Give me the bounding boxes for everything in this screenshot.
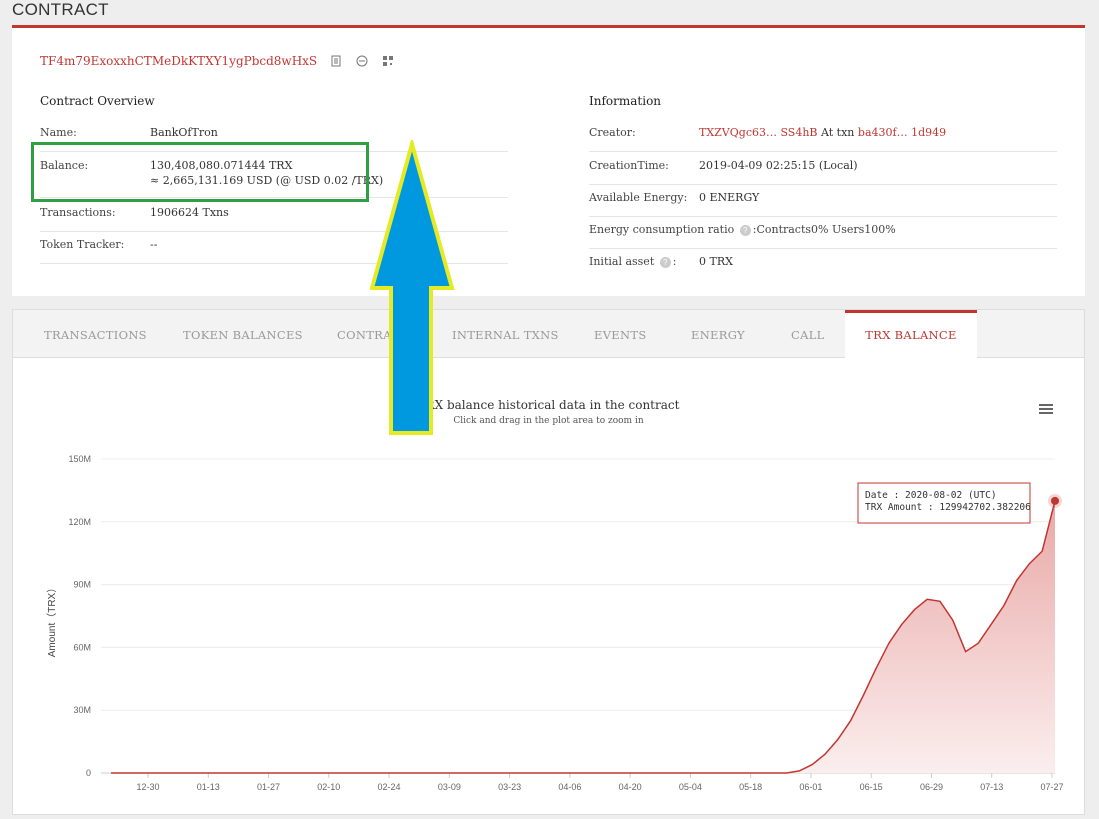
initial-asset-value: 0 TRX — [699, 255, 733, 268]
available-energy-label: Available Energy: — [589, 191, 688, 204]
creation-time-label: CreationTime: — [589, 159, 669, 172]
help-icon[interactable]: ? — [659, 256, 671, 268]
initial-asset-colon: : — [672, 255, 677, 268]
page-title: CONTRACT — [12, 0, 109, 19]
x-tick-label: 06-29 — [920, 782, 943, 792]
qrcode-icon[interactable] — [381, 54, 395, 68]
balance-area — [111, 500, 1055, 773]
y-tick-label: 60M — [73, 642, 91, 652]
contract-address[interactable]: TF4m79ExoxxhCTMeDkKTXY1ygPbcd8wHxS — [40, 54, 317, 68]
help-icon[interactable]: ? — [739, 224, 751, 236]
tag-icon[interactable] — [355, 54, 369, 68]
name-label: Name: — [40, 126, 77, 139]
overview-title: Contract Overview — [40, 94, 155, 108]
y-axis-label: Amount（TRX） — [46, 583, 58, 657]
x-tick-label: 04-20 — [619, 782, 642, 792]
y-tick-label: 120M — [68, 517, 91, 527]
x-tick-label: 02-10 — [317, 782, 340, 792]
creator-at-text: At txn — [821, 126, 855, 139]
tab-trx-balance[interactable]: TRX BALANCE — [845, 310, 977, 358]
tab-internal-txns[interactable]: INTERNAL TXNS — [452, 310, 559, 357]
chart-tooltip: Date : 2020-08-02 (UTC) TRX Amount : 129… — [857, 482, 1031, 524]
row-initial-asset: Initial asset ?: 0 TRX — [589, 255, 1057, 280]
up-arrow-annotation — [370, 140, 455, 435]
balance-chart: 0 30M 60M 90M 120M 150M 12-30 01-13 01-27 02-10 0… — [46, 454, 1064, 792]
chart-menu-icon[interactable] — [1039, 402, 1053, 416]
x-tick-label: 03-23 — [498, 782, 521, 792]
x-tick-label: 07-27 — [1040, 782, 1063, 792]
tab-bar: TRANSACTIONS TOKEN BALANCES CONTRACT INT… — [13, 310, 1084, 358]
token-tracker-value: -- — [150, 238, 158, 251]
creation-time-value: 2019-04-09 02:25:15 (Local) — [699, 159, 858, 172]
row-creation-time: CreationTime: 2019-04-09 02:25:15 (Local… — [589, 159, 1057, 185]
name-value: BankOfTron — [150, 126, 218, 139]
x-tick-label: 05-04 — [679, 782, 702, 792]
creator-txn[interactable]: ba430f… 1d949 — [858, 126, 946, 139]
row-creator: Creator: TXZVQgc63… SS4hB At txn ba430f…… — [589, 126, 1057, 152]
y-tick-label: 30M — [73, 705, 91, 715]
transactions-value[interactable]: 1906624 Txns — [150, 206, 229, 219]
x-tick-label: 06-01 — [799, 782, 822, 792]
tab-call[interactable]: CALL — [791, 310, 825, 357]
balance-highlight-box — [31, 142, 369, 202]
copy-icon[interactable] — [329, 54, 343, 68]
tab-energy[interactable]: ENERGY — [691, 310, 745, 357]
x-tick-label: 05-18 — [739, 782, 762, 792]
creator-label: Creator: — [589, 126, 636, 139]
token-tracker-label: Token Tracker: — [40, 238, 125, 251]
energy-ratio-value: :Contracts0% Users100% — [752, 223, 896, 236]
x-tick-label: 07-13 — [980, 782, 1003, 792]
balance-line — [111, 500, 1056, 774]
chart-title: TRX balance historical data in the contr… — [417, 398, 680, 412]
tooltip-date: Date : 2020-08-02 (UTC) — [865, 490, 997, 501]
x-tick-label: 04-06 — [558, 782, 581, 792]
x-tick-label: 06-15 — [860, 782, 883, 792]
address-row: TF4m79ExoxxhCTMeDkKTXY1ygPbcd8wHxS — [40, 54, 395, 68]
x-tick-label: 01-27 — [257, 782, 280, 792]
chart-subtitle: Click and drag in the plot area to zoom … — [453, 416, 644, 426]
tab-token-balances[interactable]: TOKEN BALANCES — [183, 310, 303, 357]
transactions-label: Transactions: — [40, 206, 116, 219]
x-tick-label: 03-09 — [438, 782, 461, 792]
highlighted-point — [1051, 496, 1059, 505]
initial-asset-label: Initial asset — [589, 255, 655, 268]
y-tick-label: 90M — [73, 580, 91, 590]
tooltip-amount: TRX Amount : 129942702.382206 — [865, 502, 1031, 513]
tabs-panel: TRANSACTIONS TOKEN BALANCES CONTRACT INT… — [12, 309, 1085, 815]
y-tick-label: 150M — [68, 454, 91, 464]
tab-events[interactable]: EVENTS — [594, 310, 647, 357]
x-tick-label: 01-13 — [197, 782, 220, 792]
energy-ratio-label: Energy consumption ratio — [589, 223, 735, 236]
tab-transactions[interactable]: TRANSACTIONS — [44, 310, 147, 357]
x-tick-label: 12-30 — [136, 782, 159, 792]
creator-address[interactable]: TXZVQgc63… SS4hB — [699, 126, 818, 139]
row-energy-ratio: Energy consumption ratio ?:Contracts0% U… — [589, 223, 1057, 249]
point-halo — [1048, 493, 1062, 508]
x-tick-label: 02-24 — [378, 782, 401, 792]
information-title: Information — [589, 94, 662, 108]
y-tick-label: 0 — [86, 768, 91, 778]
available-energy-value: 0 ENERGY — [699, 191, 760, 204]
row-available-energy: Available Energy: 0 ENERGY — [589, 191, 1057, 217]
